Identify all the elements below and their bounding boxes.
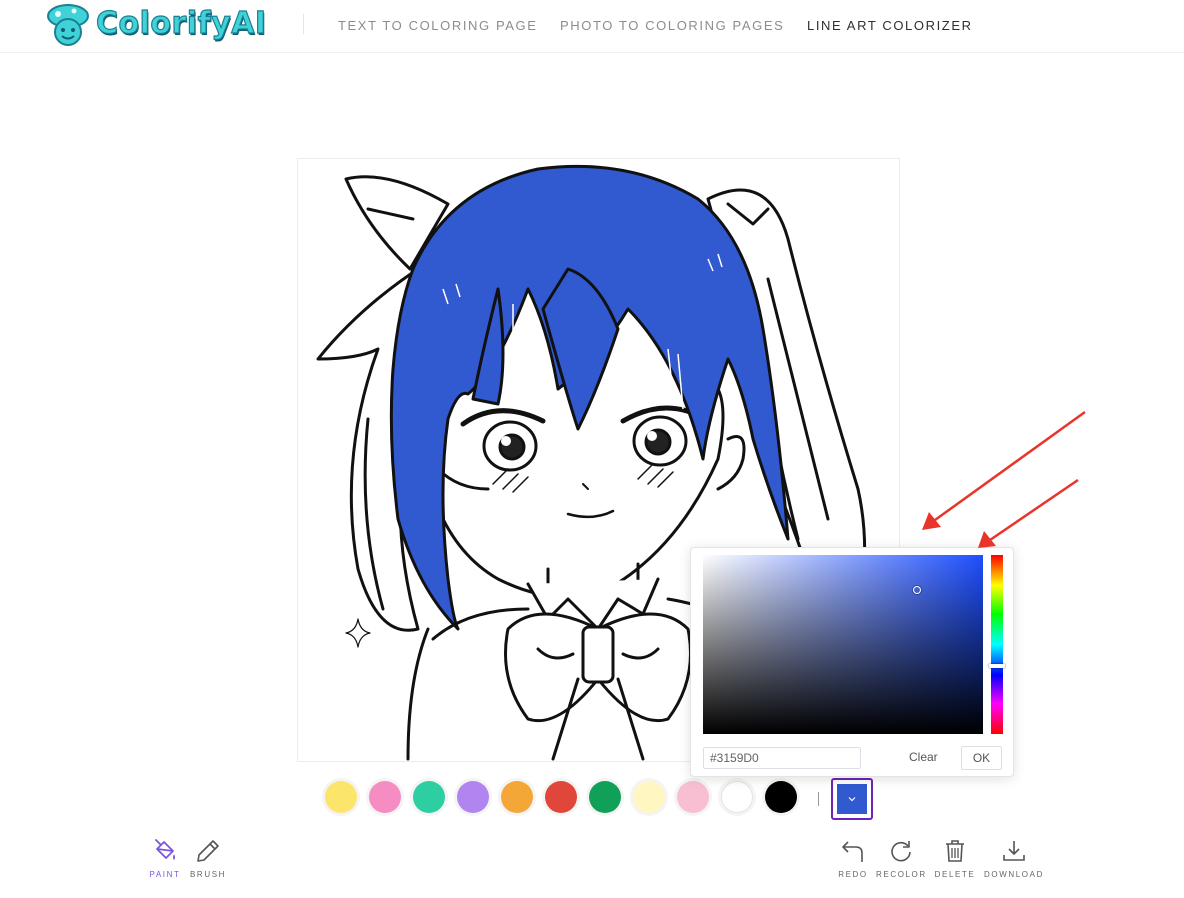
logo-mascot-icon	[47, 4, 89, 46]
annotation-arrow-icon	[978, 478, 1079, 548]
nav-text-to-coloring-page[interactable]: TEXT TO COLORING PAGE	[338, 18, 538, 33]
nav-photo-to-coloring-pages[interactable]: PHOTO TO COLORING PAGES	[560, 18, 784, 33]
tool-download[interactable]: DOWNLOAD	[983, 838, 1045, 879]
chevron-down-icon	[848, 797, 856, 802]
tool-download-label: DOWNLOAD	[984, 870, 1044, 879]
swatch-green[interactable]	[589, 781, 621, 813]
tool-paint-label: PAINT	[149, 870, 181, 879]
header-divider	[303, 14, 304, 34]
swatch-yellow[interactable]	[325, 781, 357, 813]
current-color-preview	[837, 784, 867, 814]
swatch-orange[interactable]	[501, 781, 533, 813]
tool-redo-label: REDO	[838, 870, 868, 879]
tool-delete-label: DELETE	[934, 870, 976, 879]
tool-recolor[interactable]: RECOLOR	[876, 838, 926, 879]
logo-text: ColorifyAI	[95, 5, 267, 41]
undo-arrow-icon	[842, 841, 863, 862]
swatch-pink[interactable]	[369, 781, 401, 813]
swatch-white[interactable]	[721, 781, 753, 813]
tool-delete[interactable]: DELETE	[934, 838, 976, 879]
saturation-value-panel[interactable]	[703, 555, 983, 734]
refresh-icon	[891, 841, 911, 862]
paint-bucket-icon	[155, 839, 175, 860]
clear-button[interactable]: Clear	[909, 750, 938, 764]
trash-icon	[946, 840, 964, 862]
brush-icon	[197, 840, 219, 862]
hue-slider[interactable]	[991, 555, 1003, 734]
logo[interactable]: ColorifyAI	[44, 2, 274, 48]
tool-recolor-label: RECOLOR	[876, 870, 927, 879]
swatch-light-pink[interactable]	[677, 781, 709, 813]
tool-brush-label: BRUSH	[190, 870, 227, 879]
download-icon	[1003, 841, 1025, 861]
swatch-teal[interactable]	[413, 781, 445, 813]
value-gradient	[703, 555, 983, 734]
tool-redo[interactable]: REDO	[836, 838, 870, 879]
tool-paint[interactable]: PAINT	[148, 838, 182, 879]
ok-button[interactable]: OK	[961, 746, 1002, 770]
hex-color-input[interactable]: #3159D0	[703, 747, 861, 769]
swatch-red[interactable]	[545, 781, 577, 813]
saturation-cursor[interactable]	[913, 586, 921, 594]
swatch-purple[interactable]	[457, 781, 489, 813]
palette-separator	[818, 792, 819, 806]
nav-line-art-colorizer[interactable]: LINE ART COLORIZER	[807, 18, 973, 33]
swatch-cream[interactable]	[633, 781, 665, 813]
tool-brush[interactable]: BRUSH	[190, 838, 226, 879]
color-picker-trigger[interactable]	[831, 778, 873, 820]
hue-slider-thumb[interactable]	[989, 664, 1005, 668]
swatch-black[interactable]	[765, 781, 797, 813]
annotation-arrow-icon	[922, 410, 1086, 530]
color-picker-dropdown: #3159D0 Clear OK	[690, 547, 1014, 777]
top-header: ColorifyAI TEXT TO COLORING PAGE PHOTO T…	[0, 0, 1184, 53]
